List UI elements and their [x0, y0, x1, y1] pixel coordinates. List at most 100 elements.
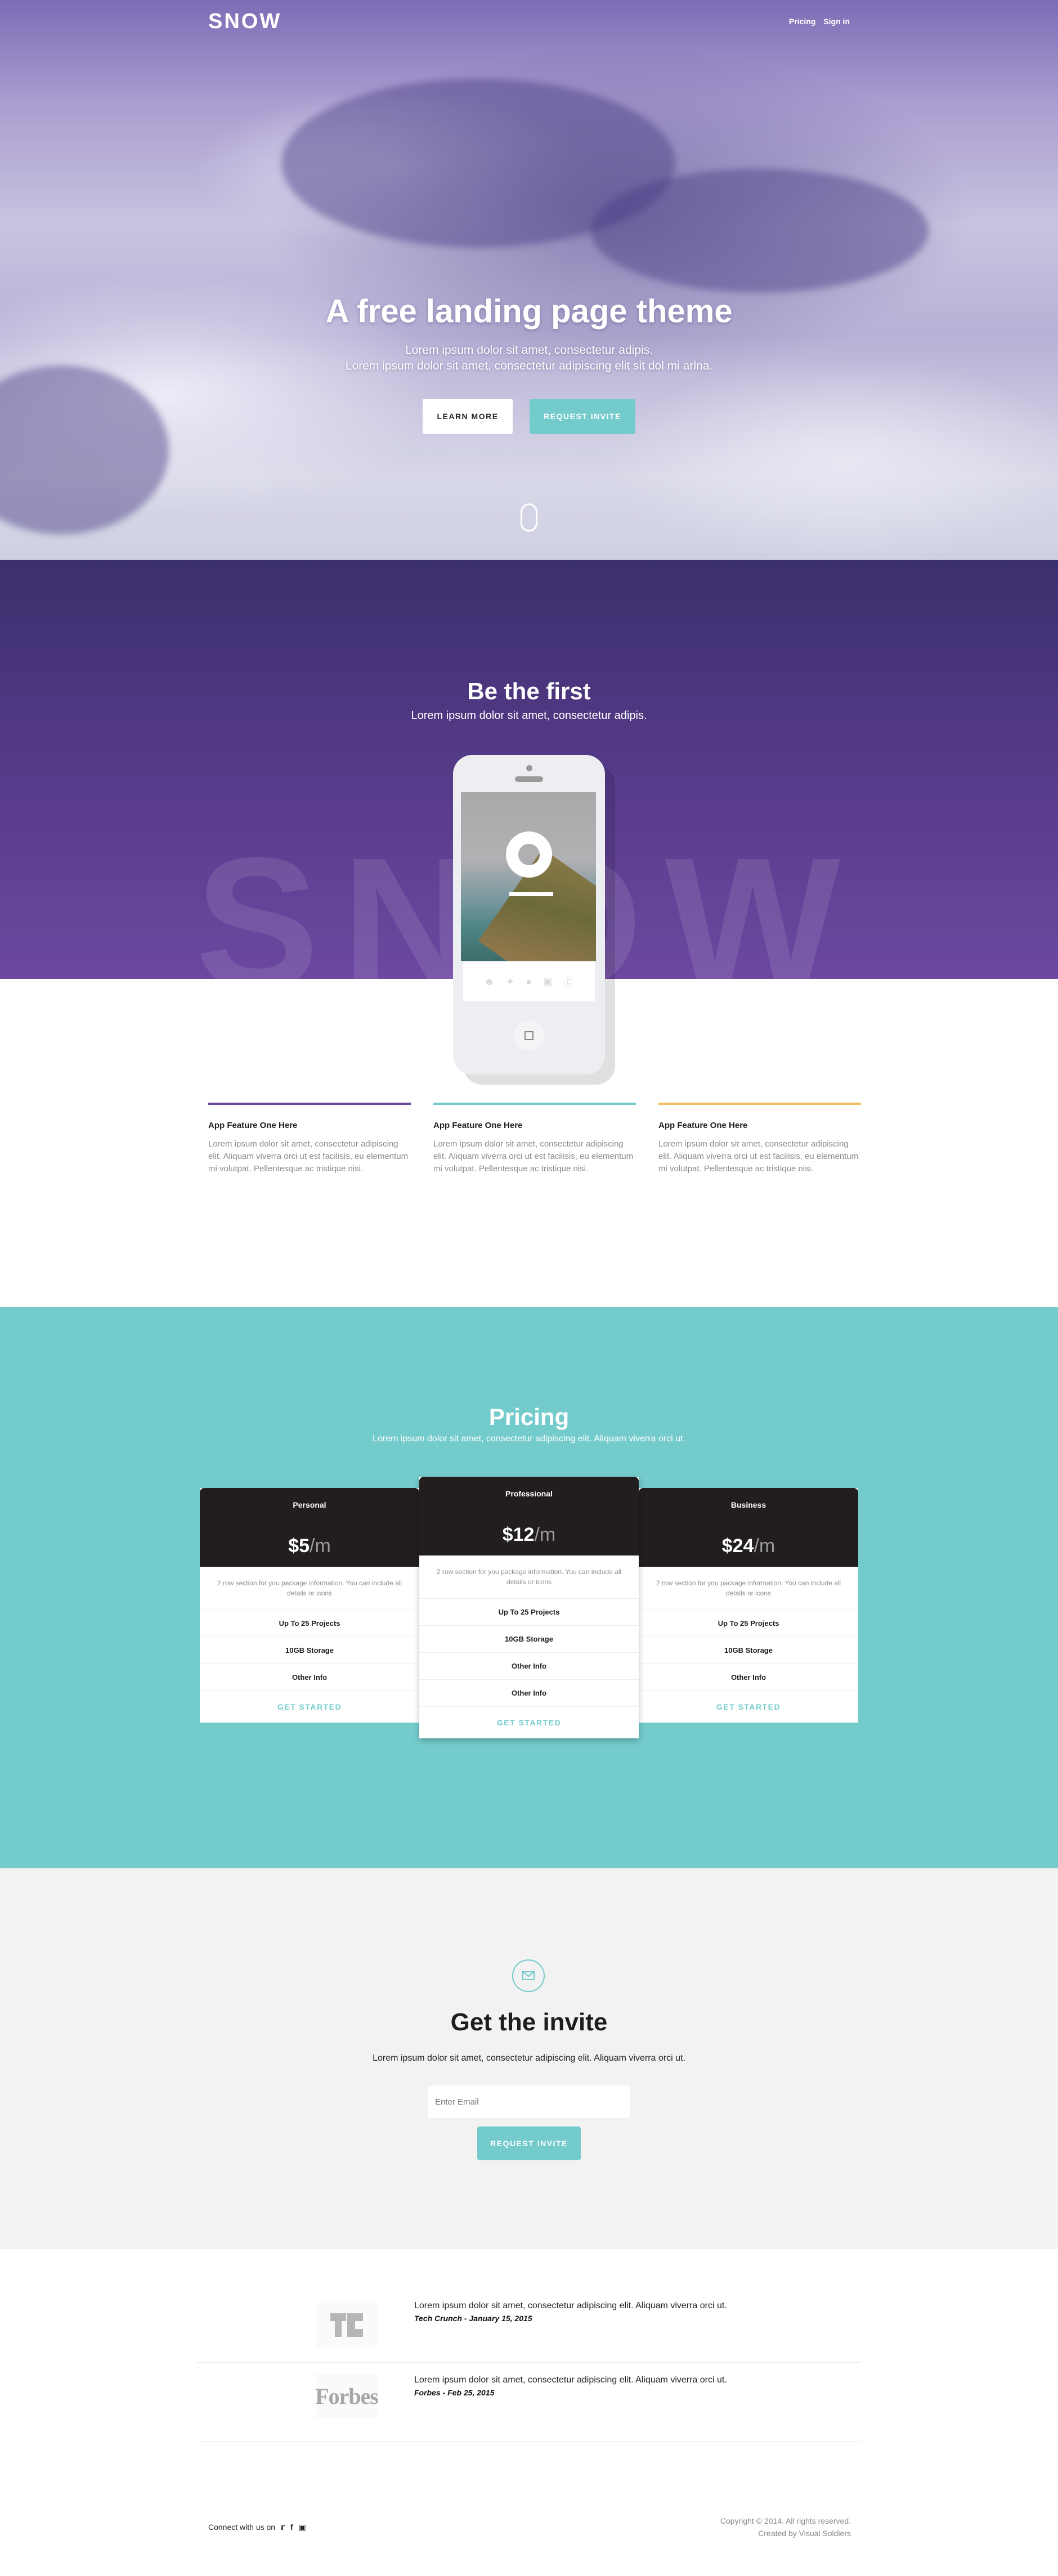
skype-icon: Ⓒ	[563, 977, 574, 988]
feature-text: Lorem ipsum dolor sit amet, consectetur …	[433, 1139, 634, 1174]
plan-feature: Up To 25 Projects	[639, 1610, 858, 1637]
plan-feature: 10GB Storage	[639, 1637, 858, 1664]
plan-header: Personal $5/m	[200, 1488, 419, 1567]
get-started-button[interactable]: GET STARTED	[639, 1691, 858, 1723]
footer-copyright: Copyright © 2014. All rights reserved. C…	[720, 2515, 851, 2539]
feature-accent-bar	[433, 1103, 636, 1105]
top-nav: SNOW Pricing Sign in	[208, 10, 850, 33]
phone-share-bar: ☻ ✦ ● ▣ Ⓒ	[463, 962, 595, 1001]
intro-heading: Be the first Lorem ipsum dolor sit amet,…	[0, 678, 1058, 722]
price-amount: $5	[288, 1535, 310, 1557]
intro-title: Be the first	[467, 678, 591, 704]
plan-card-business: Business $24/m 2 row section for you pac…	[639, 1488, 858, 1723]
pricing-subtitle: Lorem ipsum dolor sit amet, consectetur …	[373, 1434, 685, 1444]
learn-more-button[interactable]: LEARN MORE	[423, 399, 513, 434]
techcrunch-logo	[316, 2303, 377, 2347]
press-quote: Lorem ipsum dolor sit amet, consectetur …	[414, 2300, 746, 2325]
phone-mockup: ☻ ✦ ● ▣ Ⓒ	[453, 755, 605, 1075]
phone-home-button	[514, 1020, 544, 1051]
price-period: /m	[310, 1535, 331, 1557]
phone-camera	[526, 765, 532, 771]
plan-name: Professional	[505, 1489, 553, 1498]
feature-accent-bar	[658, 1103, 861, 1105]
pricing-heading: Pricing Lorem ipsum dolor sit amet, cons…	[0, 1404, 1058, 1444]
plan-feature: Other Info	[419, 1653, 639, 1680]
get-started-button[interactable]: GET STARTED	[200, 1691, 419, 1723]
feature-list: App Feature One Here Lorem ipsum dolor s…	[208, 1103, 861, 1175]
twitter-icon[interactable]: 𝕣	[281, 2523, 285, 2532]
hero-subtitle-line2: Lorem ipsum dolor sit amet, consectetur …	[345, 359, 713, 372]
press-item: Lorem ipsum dolor sit amet, consectetur …	[197, 2284, 861, 2363]
logo[interactable]: SNOW	[208, 10, 281, 34]
hero-content: A free landing page theme Lorem ipsum do…	[0, 293, 1058, 434]
plan-name: Personal	[293, 1500, 326, 1509]
home-square-icon	[524, 1031, 534, 1040]
envelope-icon	[522, 1971, 535, 1980]
facebook-icon: ●	[526, 975, 532, 987]
email-input[interactable]	[428, 2085, 630, 2118]
plan-price: $24/m	[639, 1509, 858, 1568]
facebook-icon[interactable]: f	[290, 2523, 293, 2532]
scroll-down-icon[interactable]	[521, 503, 537, 532]
plan-name: Business	[730, 1500, 766, 1509]
press-quote-text: Lorem ipsum dolor sit amet, consectetur …	[414, 2301, 727, 2310]
plan-feature: Other Info	[419, 1680, 639, 1707]
phone-screen	[461, 792, 596, 961]
press-source: Tech Crunch - January 15, 2015	[414, 2314, 532, 2323]
press-source: Forbes - Feb 25, 2015	[414, 2388, 495, 2397]
footer: Connect with us on 𝕣 f ▣ Copyright © 201…	[208, 2515, 851, 2539]
feature-text: Lorem ipsum dolor sit amet, consectetur …	[658, 1139, 859, 1174]
request-invite-button[interactable]: REQUEST INVITE	[530, 399, 635, 434]
plan-feature: Up To 25 Projects	[200, 1610, 419, 1637]
instagram-icon: ▣	[543, 975, 553, 987]
app-logo-icon	[506, 831, 552, 878]
copyright-text: Copyright © 2014. All rights reserved.	[720, 2516, 851, 2525]
feature-text: Lorem ipsum dolor sit amet, consectetur …	[208, 1139, 409, 1174]
feature-card: App Feature One Here Lorem ipsum dolor s…	[658, 1103, 861, 1175]
phone-speaker	[515, 776, 543, 782]
price-amount: $24	[721, 1535, 754, 1557]
feature-title: App Feature One Here	[208, 1121, 298, 1130]
app-logo-bar	[509, 892, 553, 896]
plan-description: 2 row section for you package informatio…	[419, 1556, 639, 1599]
press-quote: Lorem ipsum dolor sit amet, consectetur …	[414, 2374, 746, 2399]
plan-price: $5/m	[200, 1509, 419, 1568]
nav-links: Pricing Sign in	[789, 17, 850, 26]
plan-price: $12/m	[419, 1498, 639, 1557]
nav-link-sign-in[interactable]: Sign in	[823, 17, 850, 26]
feature-accent-bar	[208, 1103, 411, 1105]
invite-subtitle: Lorem ipsum dolor sit amet, consectetur …	[373, 2053, 685, 2063]
plan-feature: 10GB Storage	[200, 1637, 419, 1664]
instagram-icon[interactable]: ▣	[299, 2523, 306, 2532]
techcrunch-icon	[330, 2313, 363, 2337]
feature-card: App Feature One Here Lorem ipsum dolor s…	[208, 1103, 411, 1175]
plan-feature: Other Info	[639, 1664, 858, 1691]
user-icon: ☻	[484, 975, 495, 987]
pricing-title: Pricing	[488, 1404, 570, 1430]
hero-mountain-shadow	[591, 169, 929, 293]
credit-text: Created by Visual Soldiers	[758, 2529, 851, 2538]
plan-feature: Other Info	[200, 1664, 419, 1691]
footer-social: Connect with us on 𝕣 f ▣	[208, 2515, 306, 2539]
plan-description: 2 row section for you package informatio…	[639, 1567, 858, 1610]
hero-section: SNOW Pricing Sign in A free landing page…	[0, 0, 1058, 560]
plan-description: 2 row section for you package informatio…	[200, 1567, 419, 1610]
plan-card-professional: Professional $12/m 2 row section for you…	[419, 1477, 639, 1738]
feature-card: App Feature One Here Lorem ipsum dolor s…	[433, 1103, 636, 1175]
get-started-button[interactable]: GET STARTED	[419, 1707, 639, 1738]
intro-subtitle: Lorem ipsum dolor sit amet, consectetur …	[411, 709, 647, 722]
plan-header: Professional $12/m	[419, 1477, 639, 1556]
hero-title: A free landing page theme	[325, 293, 733, 330]
feature-title: App Feature One Here	[658, 1121, 748, 1130]
nav-link-pricing[interactable]: Pricing	[789, 17, 815, 26]
price-period: /m	[754, 1535, 775, 1557]
plan-feature: 10GB Storage	[419, 1626, 639, 1653]
twitter-icon: ✦	[505, 975, 515, 987]
invite-request-button[interactable]: REQUEST INVITE	[477, 2127, 581, 2160]
invite-title: Get the invite	[450, 2008, 608, 2036]
price-period: /m	[534, 1524, 556, 1545]
mail-icon	[512, 1959, 545, 1992]
press-quote-text: Lorem ipsum dolor sit amet, consectetur …	[414, 2375, 727, 2385]
connect-label: Connect with us on	[208, 2523, 276, 2532]
price-amount: $12	[502, 1524, 535, 1545]
